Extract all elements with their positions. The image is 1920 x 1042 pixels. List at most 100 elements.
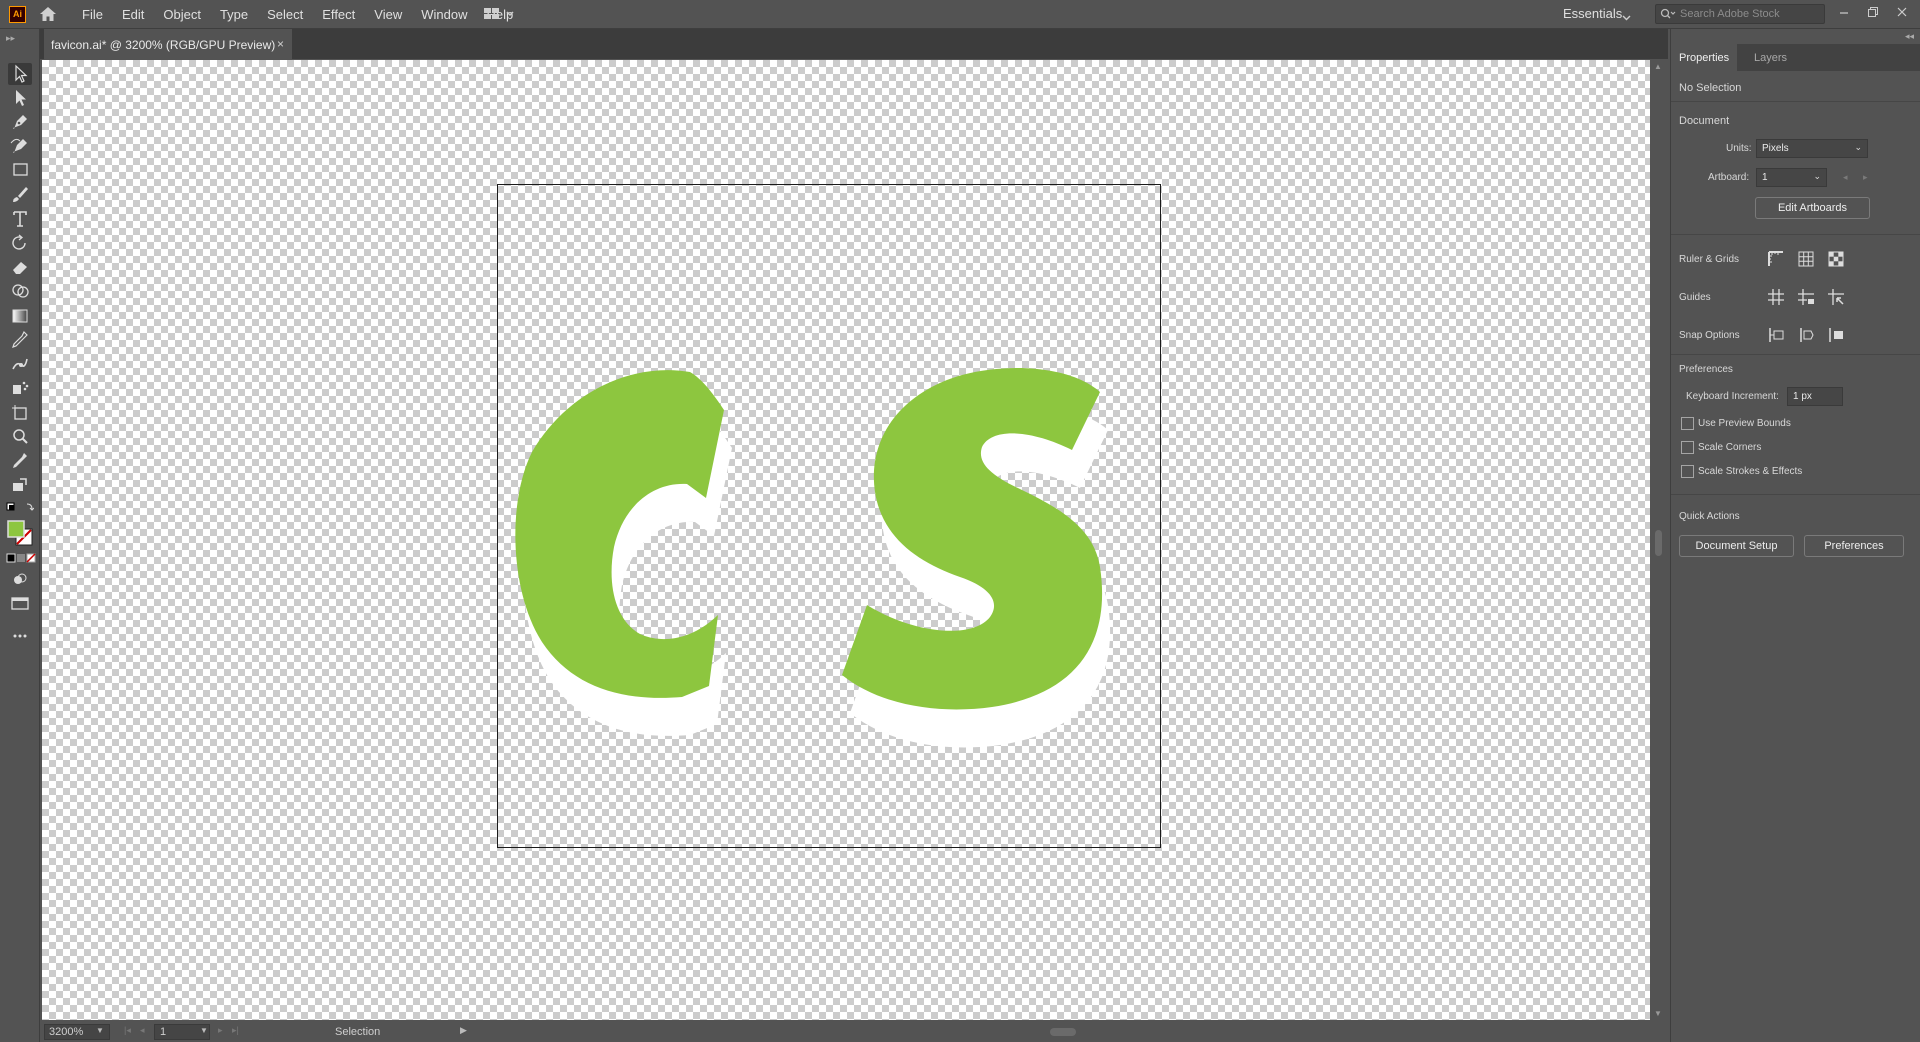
use-preview-bounds-checkbox[interactable] — [1681, 417, 1694, 430]
menu-type[interactable]: Type — [220, 7, 248, 22]
menu-file[interactable]: File — [82, 7, 103, 22]
eyedropper-tool-icon[interactable] — [8, 329, 32, 351]
close-icon[interactable] — [1891, 3, 1913, 21]
next-artboard-icon[interactable]: ▸ — [1863, 172, 1868, 183]
workspace-switcher-icon[interactable] — [482, 6, 518, 22]
preferences-button[interactable]: Preferences — [1804, 535, 1904, 557]
divider — [1671, 101, 1920, 102]
keyboard-increment-field[interactable]: 1 px — [1787, 387, 1843, 406]
artboard-number-value: 1 — [160, 1026, 167, 1038]
menu-select[interactable]: Select — [267, 7, 303, 22]
tab-layers[interactable]: Layers — [1746, 44, 1795, 71]
menu-window[interactable]: Window — [421, 7, 467, 22]
default-colors-icon[interactable] — [6, 502, 35, 514]
shape-builder-tool-icon[interactable] — [8, 280, 32, 302]
snap-to-glyph-icon[interactable] — [1825, 324, 1847, 346]
selection-tool-icon[interactable] — [8, 63, 32, 85]
rulers-icon[interactable] — [1765, 248, 1787, 270]
smart-guides-icon[interactable] — [1825, 286, 1847, 308]
show-guides-icon[interactable] — [1765, 286, 1787, 308]
cs-logo-artwork[interactable] — [512, 322, 1172, 802]
scale-corners-checkbox[interactable] — [1681, 441, 1694, 454]
gradient-tool-icon[interactable] — [8, 305, 32, 327]
document-tab-title: favicon.ai* @ 3200% (RGB/GPU Preview) — [51, 38, 276, 52]
curvature-tool-icon[interactable] — [8, 135, 32, 157]
scale-strokes-effects-checkbox[interactable] — [1681, 465, 1694, 478]
tab-close-button[interactable]: × — [277, 37, 284, 51]
ruler-grids-label: Ruler & Grids — [1679, 254, 1740, 265]
snap-to-pixel-icon[interactable] — [1795, 324, 1817, 346]
color-mode-icons[interactable] — [6, 552, 36, 564]
divider — [1671, 234, 1920, 235]
scroll-down-icon[interactable]: ▼ — [1654, 1009, 1662, 1018]
keyboard-increment-label: Keyboard Increment: — [1686, 391, 1779, 402]
document-canvas[interactable] — [42, 60, 1650, 1020]
previous-artboard-icon[interactable]: ◂ — [1843, 172, 1848, 183]
minimize-icon[interactable] — [1833, 3, 1855, 21]
next-artboard-icon[interactable]: ▸ — [218, 1025, 223, 1036]
draw-mode-icon[interactable] — [8, 569, 32, 591]
paintbrush-tool-icon[interactable] — [8, 184, 32, 206]
units-dropdown[interactable]: Pixels ⌄ — [1756, 139, 1868, 158]
horizontal-scroll-thumb[interactable] — [1050, 1028, 1076, 1036]
more-tools-icon[interactable] — [8, 625, 32, 647]
eraser-tool-icon[interactable] — [8, 256, 32, 278]
snap-options-label: Snap Options — [1679, 330, 1740, 341]
keyboard-increment-value: 1 px — [1793, 391, 1812, 402]
artboard-tool-icon[interactable] — [8, 402, 32, 424]
document-setup-button[interactable]: Document Setup — [1679, 535, 1794, 557]
stock-search-field[interactable]: Search Adobe Stock — [1655, 4, 1825, 24]
scale-strokes-effects-label: Scale Strokes & Effects — [1698, 466, 1803, 477]
status-menu-arrow-icon[interactable]: ▶ — [460, 1025, 467, 1036]
last-artboard-icon[interactable]: ▸| — [232, 1025, 239, 1036]
grid-icon[interactable] — [1795, 248, 1817, 270]
document-tab[interactable]: favicon.ai* @ 3200% (RGB/GPU Preview) × — [44, 29, 292, 59]
artboard-dropdown[interactable]: 1 ⌄ — [1756, 168, 1827, 187]
color-picker-tool-icon[interactable] — [8, 450, 32, 472]
collapse-icon[interactable]: ▸▸ — [6, 33, 15, 44]
selection-state: No Selection — [1679, 82, 1742, 94]
chevron-down-icon[interactable] — [1622, 10, 1631, 21]
direct-selection-tool-icon[interactable] — [8, 87, 32, 109]
workspace-label[interactable]: Essentials — [1563, 6, 1622, 21]
home-icon[interactable] — [38, 5, 58, 23]
snap-to-point-icon[interactable] — [1765, 324, 1787, 346]
chevron-down-icon: ⌄ — [1813, 171, 1821, 181]
horizontal-scrollbar[interactable] — [470, 1022, 1650, 1042]
menu-view[interactable]: View — [374, 7, 402, 22]
edit-artboards-button[interactable]: Edit Artboards — [1755, 197, 1870, 219]
vertical-scroll-thumb[interactable] — [1655, 530, 1662, 556]
transparency-grid-icon[interactable] — [1825, 248, 1847, 270]
tab-properties[interactable]: Properties — [1671, 44, 1738, 71]
type-tool-icon[interactable] — [8, 208, 32, 230]
menu-object[interactable]: Object — [163, 7, 201, 22]
artboard-value: 1 — [1762, 172, 1768, 183]
symbol-sprayer-tool-icon[interactable] — [8, 377, 32, 399]
restore-icon[interactable] — [1862, 3, 1884, 21]
puppet-warp-tool-icon[interactable] — [8, 353, 32, 375]
rotate-tool-icon[interactable] — [8, 232, 32, 254]
document-tab-bar: favicon.ai* @ 3200% (RGB/GPU Preview) × — [0, 29, 1668, 59]
main-menu: File Edit Object Type Select Effect View… — [82, 0, 532, 28]
first-artboard-icon[interactable]: |◂ — [124, 1025, 131, 1036]
lock-guides-icon[interactable] — [1795, 286, 1817, 308]
scroll-up-icon[interactable]: ▲ — [1654, 62, 1662, 71]
pen-tool-icon[interactable] — [8, 111, 32, 133]
vertical-scrollbar[interactable]: ▲ ▼ — [1650, 60, 1668, 1020]
screen-mode-icon[interactable] — [8, 592, 32, 614]
rectangle-tool-icon[interactable] — [8, 159, 32, 181]
menu-edit[interactable]: Edit — [122, 7, 144, 22]
previous-artboard-icon[interactable]: ◂ — [140, 1025, 145, 1036]
zoom-level-value: 3200% — [49, 1026, 84, 1038]
chevron-down-icon[interactable]: ▼ — [96, 1026, 104, 1035]
chevron-down-icon: ⌄ — [1854, 142, 1862, 152]
zoom-tool-icon[interactable] — [8, 426, 32, 448]
current-tool-label: Selection — [335, 1026, 381, 1038]
live-paint-tool-icon[interactable] — [8, 474, 32, 496]
collapse-panel-icon[interactable]: ◂◂ — [1905, 31, 1914, 42]
fill-stroke-swatch[interactable] — [6, 519, 36, 547]
chevron-down-icon[interactable]: ▼ — [200, 1026, 208, 1035]
search-placeholder: Search Adobe Stock — [1680, 8, 1780, 20]
guides-label: Guides — [1679, 292, 1711, 303]
menu-effect[interactable]: Effect — [322, 7, 355, 22]
